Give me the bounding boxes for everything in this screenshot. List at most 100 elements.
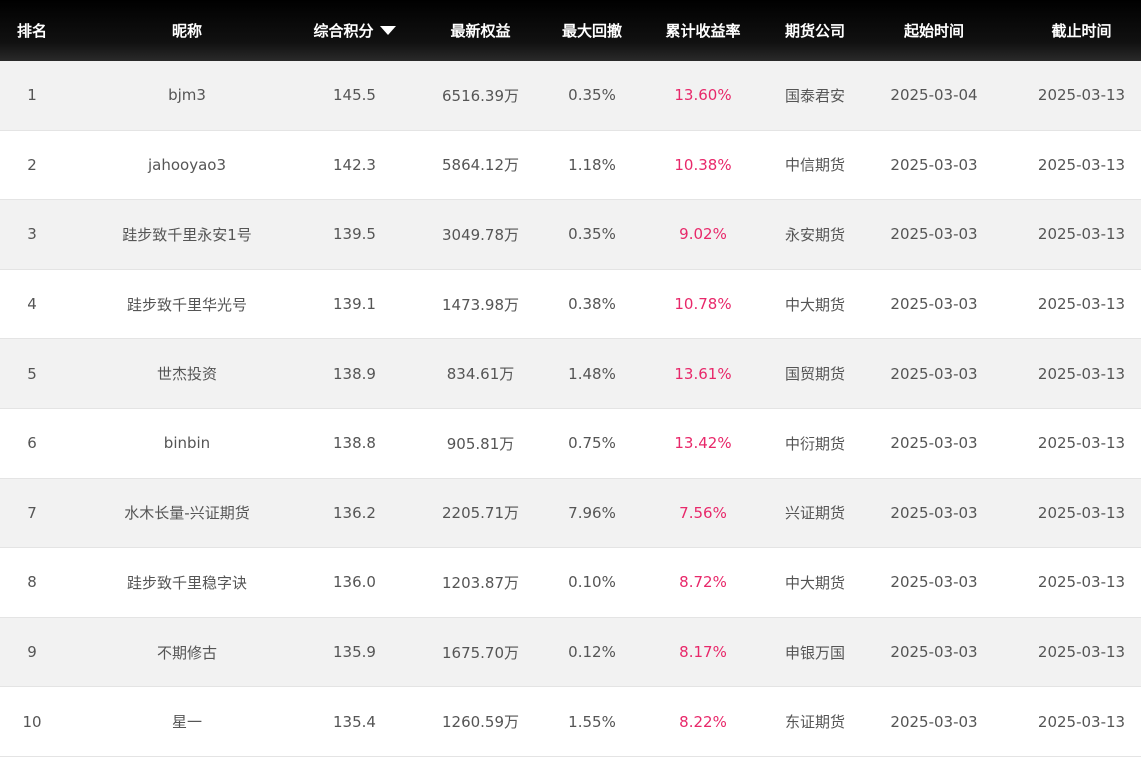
table-header: 排名 昵称 综合积分 最新权益 最大回撤 累计收益率 期货公司 起始时间 截止时…	[0, 0, 1141, 61]
cell-score: 145.5	[333, 86, 376, 105]
cell-end-date: 2025-03-13	[1037, 225, 1126, 244]
cell-nickname: jahooyao3	[147, 155, 226, 174]
cell-rank: 5	[27, 364, 37, 383]
cell-end-date: 2025-03-13	[1037, 364, 1126, 383]
cell-return-rate: 13.61%	[674, 364, 732, 383]
cell-drawdown: 0.12%	[568, 643, 616, 662]
cell-start-date: 2025-03-03	[890, 364, 978, 383]
table-row[interactable]: 3 跬步致千里永安1号 139.5 3049.78万 0.35% 9.02% 永安期货 202…	[0, 200, 1141, 270]
cell-rank: 4	[27, 295, 37, 314]
cell-start-date: 2025-03-04	[890, 86, 978, 105]
cell-return-rate: 10.78%	[674, 295, 732, 314]
header-score[interactable]: 综合积分	[310, 20, 399, 41]
cell-return-rate: 8.22%	[679, 712, 727, 731]
cell-company: 东证期货	[784, 713, 845, 732]
cell-score: 142.3	[333, 155, 376, 174]
table-row[interactable]: 8 跬步致千里稳字诀 136.0 1203.87万 0.10% 8.72% 中大期货 2025…	[0, 548, 1141, 618]
cell-return-rate: 7.56%	[679, 503, 727, 522]
table-row[interactable]: 10 星一 135.4 1260.59万 1.55% 8.22% 东证期货 2025-03-0…	[0, 687, 1141, 757]
cell-start-date: 2025-03-03	[890, 573, 978, 592]
cell-return-rate: 13.60%	[674, 86, 732, 105]
cell-nickname: 不期修古	[156, 643, 217, 662]
cell-company: 中衍期货	[784, 434, 845, 453]
cell-score: 136.0	[333, 573, 376, 592]
cell-equity: 5864.12万	[441, 156, 520, 175]
table-row[interactable]: 1 bjm3 145.5 6516.39万 0.35% 13.60% 国泰君安 2025-03…	[0, 61, 1141, 131]
cell-start-date: 2025-03-03	[890, 434, 978, 453]
cell-drawdown: 0.35%	[568, 86, 616, 105]
cell-drawdown: 0.75%	[568, 434, 616, 453]
header-return-rate[interactable]: 累计收益率	[622, 20, 784, 41]
cell-equity: 2205.71万	[441, 504, 520, 523]
table-row[interactable]: 5 世杰投资 138.9 834.61万 1.48% 13.61% 国贸期货 2025-03-…	[0, 339, 1141, 409]
cell-company: 中大期货	[784, 573, 845, 592]
cell-end-date: 2025-03-13	[1037, 712, 1126, 731]
cell-score: 138.9	[333, 364, 376, 383]
cell-end-date: 2025-03-13	[1037, 643, 1126, 662]
table-row[interactable]: 6 binbin 138.8 905.81万 0.75% 13.42% 中衍期货 2025-0…	[0, 408, 1141, 479]
cell-equity: 1473.98万	[441, 295, 520, 314]
cell-return-rate: 10.38%	[674, 155, 732, 174]
cell-company: 兴证期货	[784, 504, 845, 523]
cell-end-date: 2025-03-13	[1037, 155, 1126, 174]
cell-equity: 834.61万	[446, 365, 515, 384]
cell-equity: 1675.70万	[441, 643, 520, 662]
cell-rank: 7	[27, 503, 37, 522]
ranking-table: 排名 昵称 综合积分 最新权益 最大回撤 累计收益率 期货公司 起始时间 截止时…	[0, 0, 1141, 757]
cell-nickname: 星一	[171, 713, 202, 732]
cell-rank: 10	[22, 712, 42, 731]
cell-company: 永安期货	[784, 225, 845, 244]
cell-drawdown: 0.35%	[568, 225, 616, 244]
cell-equity: 1203.87万	[441, 573, 520, 592]
cell-nickname: 跬步致千里永安1号	[122, 225, 252, 244]
cell-company: 国贸期货	[784, 365, 845, 384]
header-end-date[interactable]: 截止时间	[1022, 20, 1141, 41]
header-drawdown[interactable]: 最大回撤	[562, 20, 622, 41]
cell-rank: 2	[27, 155, 37, 174]
cell-equity: 6516.39万	[441, 86, 520, 105]
cell-nickname: 跬步致千里稳字诀	[126, 573, 247, 592]
cell-nickname: binbin	[163, 434, 211, 453]
header-company[interactable]: 期货公司	[784, 20, 846, 41]
cell-return-rate: 8.17%	[679, 643, 727, 662]
cell-start-date: 2025-03-03	[890, 643, 978, 662]
cell-return-rate: 9.02%	[679, 225, 727, 244]
cell-start-date: 2025-03-03	[890, 712, 978, 731]
cell-drawdown: 0.10%	[568, 573, 616, 592]
cell-end-date: 2025-03-13	[1037, 573, 1126, 592]
cell-drawdown: 0.38%	[568, 295, 616, 314]
header-rank[interactable]: 排名	[0, 20, 64, 41]
cell-drawdown: 1.55%	[568, 712, 616, 731]
cell-rank: 1	[27, 86, 37, 105]
cell-drawdown: 7.96%	[568, 503, 616, 522]
cell-start-date: 2025-03-03	[890, 295, 978, 314]
cell-score: 135.9	[333, 643, 376, 662]
header-start-date[interactable]: 起始时间	[846, 20, 1022, 41]
cell-rank: 8	[27, 573, 37, 592]
cell-end-date: 2025-03-13	[1037, 434, 1126, 453]
cell-return-rate: 8.72%	[679, 573, 727, 592]
sort-desc-icon[interactable]	[379, 26, 396, 35]
cell-nickname: bjm3	[168, 86, 206, 105]
header-nickname[interactable]: 昵称	[64, 20, 310, 41]
table-row[interactable]: 7 水木长量-兴证期货 136.2 2205.71万 7.96% 7.56% 兴证期货 202…	[0, 478, 1141, 549]
header-score-label: 综合积分	[313, 22, 374, 40]
cell-start-date: 2025-03-03	[890, 225, 978, 244]
cell-score: 139.5	[333, 225, 376, 244]
cell-nickname: 跬步致千里华光号	[126, 295, 247, 314]
cell-end-date: 2025-03-13	[1037, 295, 1126, 314]
cell-company: 中大期货	[784, 295, 845, 314]
cell-drawdown: 1.18%	[568, 155, 616, 174]
cell-rank: 9	[27, 643, 37, 662]
cell-end-date: 2025-03-13	[1037, 503, 1126, 522]
table-row[interactable]: 4 跬步致千里华光号 139.1 1473.98万 0.38% 10.78% 中大期货 202…	[0, 269, 1141, 340]
cell-start-date: 2025-03-03	[890, 503, 978, 522]
table-row[interactable]: 9 不期修古 135.9 1675.70万 0.12% 8.17% 申银万国 2025-03-…	[0, 617, 1141, 688]
cell-company: 申银万国	[784, 643, 845, 662]
cell-start-date: 2025-03-03	[890, 155, 978, 174]
cell-end-date: 2025-03-13	[1037, 86, 1126, 105]
header-equity[interactable]: 最新权益	[399, 20, 562, 41]
cell-score: 136.2	[333, 503, 376, 522]
cell-equity: 905.81万	[446, 434, 515, 453]
table-row[interactable]: 2 jahooyao3 142.3 5864.12万 1.18% 10.38% 中信期货 20…	[0, 130, 1141, 201]
